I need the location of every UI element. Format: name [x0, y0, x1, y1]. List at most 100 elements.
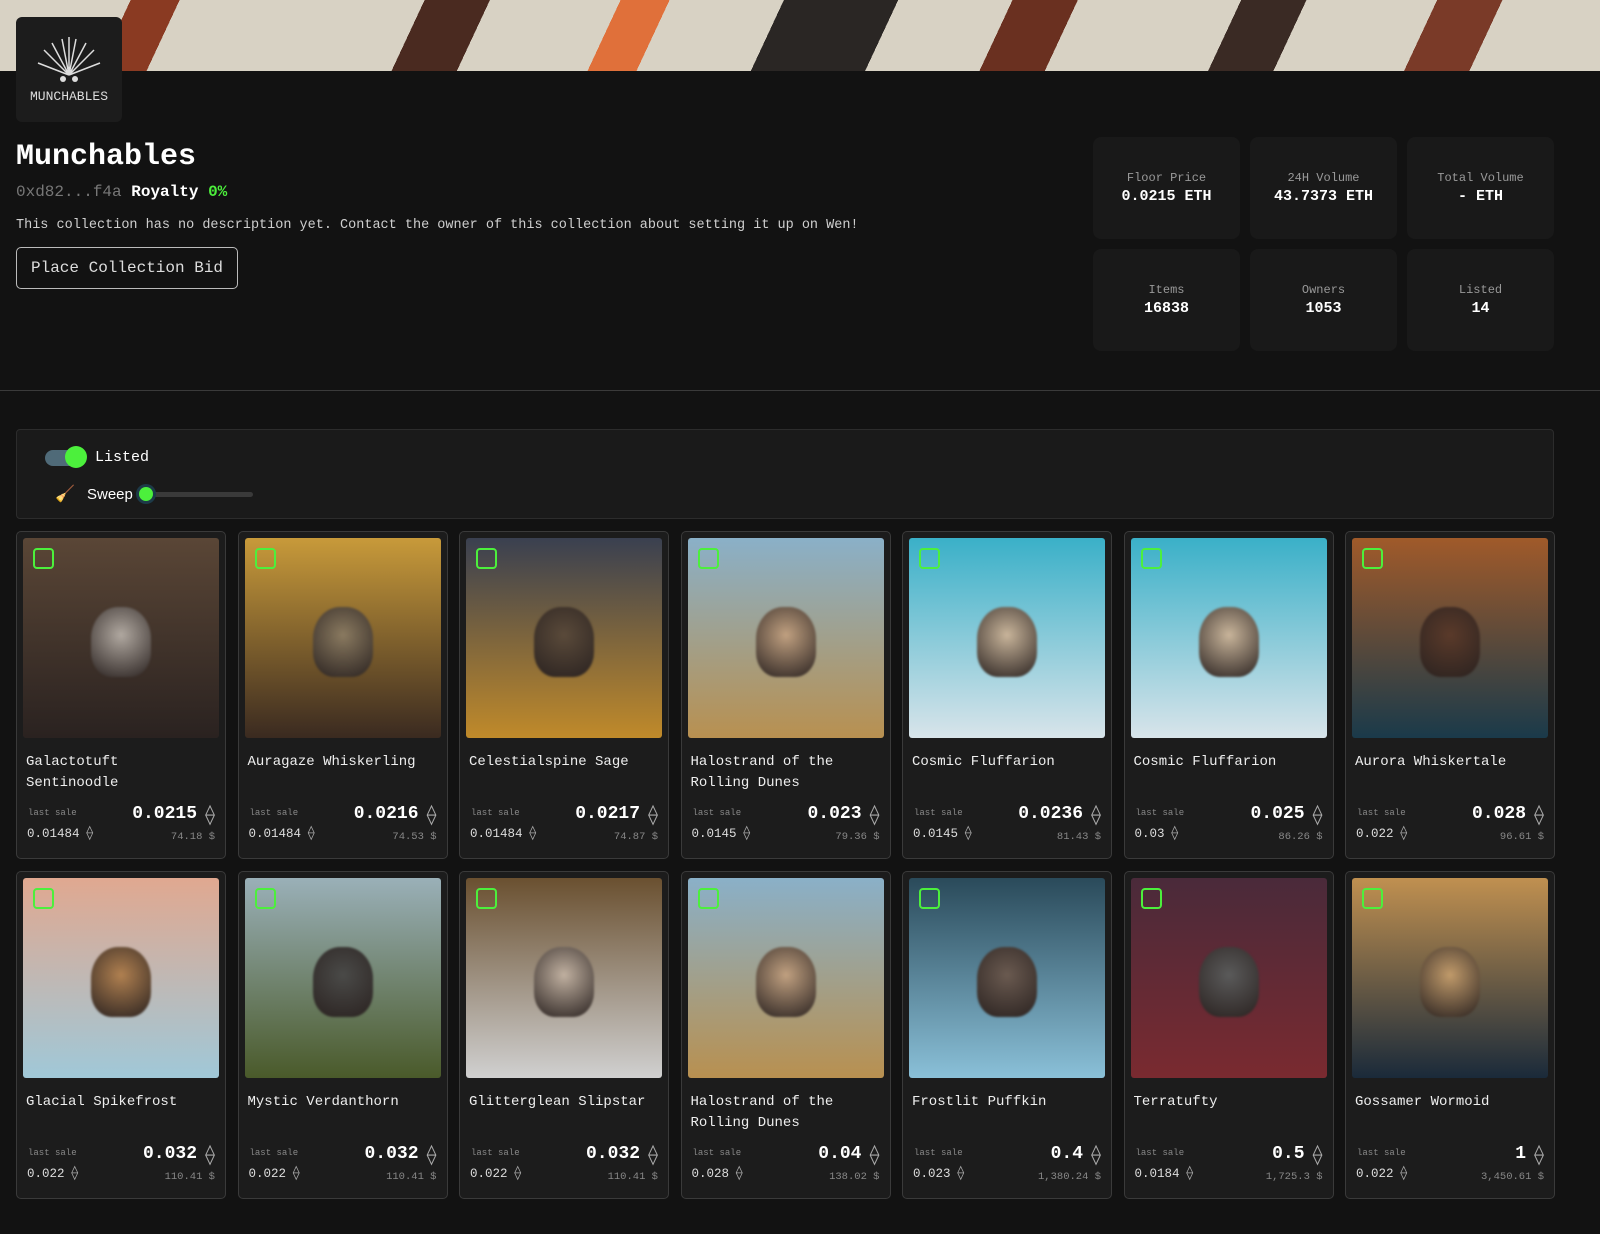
nft-card[interactable]: Gossamer Wormoid last sale 0.022 ⟠ 1 ⟠ 3,…: [1345, 871, 1555, 1199]
nft-image[interactable]: [909, 538, 1105, 738]
nft-card[interactable]: Cosmic Fluffarion last sale 0.0145 ⟠ 0.02…: [902, 531, 1112, 859]
creature-shape: [1198, 947, 1259, 1017]
select-checkbox[interactable]: [254, 888, 276, 909]
nft-price: 0.04: [818, 1144, 862, 1164]
nft-price: 0.5: [1272, 1144, 1305, 1164]
eth-icon: ⟠: [292, 1166, 301, 1182]
last-sale-amount: 0.023: [913, 1167, 951, 1181]
eth-icon: ⟠: [964, 826, 973, 842]
nft-name: Gossamer Wormoid: [1355, 1094, 1490, 1110]
collection-meta: 0xd82...f4a Royalty 0%: [16, 183, 227, 201]
select-checkbox[interactable]: [1140, 888, 1162, 909]
nft-name: Mystic Verdanthorn: [247, 1094, 399, 1110]
creature-shape: [312, 947, 373, 1017]
creature-shape: [1198, 607, 1259, 677]
eth-icon: ⟠: [1089, 1145, 1102, 1168]
select-checkbox[interactable]: [697, 548, 719, 569]
stat-items: Items 16838: [1093, 249, 1240, 351]
nft-name: Halostrand of the Rolling Dunes: [690, 754, 834, 791]
nft-image[interactable]: [23, 538, 219, 738]
collection-description: This collection has no description yet. …: [16, 218, 859, 233]
nft-card[interactable]: Aurora Whiskertale last sale 0.022 ⟠ 0.02…: [1345, 531, 1555, 859]
select-checkbox[interactable]: [33, 888, 54, 909]
eth-icon: ⟠: [868, 805, 881, 828]
last-sale-label: last sale: [692, 808, 742, 818]
listed-toggle[interactable]: [45, 446, 87, 468]
nft-price-usd: 74.53 $: [392, 831, 437, 843]
last-sale-label: last sale: [249, 808, 299, 818]
nft-card[interactable]: Frostlit Puffkin last sale 0.023 ⟠ 0.4 ⟠ …: [902, 871, 1112, 1199]
last-sale-label: last sale: [249, 1148, 299, 1158]
nft-image[interactable]: [466, 538, 662, 738]
last-sale-label: last sale: [28, 1148, 77, 1158]
collection-title: Munchables: [16, 140, 197, 174]
price-row: last sale 0.0145 ⟠ 0.0236 ⟠ 81.43 $: [909, 804, 1105, 852]
select-checkbox[interactable]: [1140, 548, 1162, 569]
eth-icon: ⟠: [956, 1166, 965, 1182]
last-sale-label: last sale: [471, 1148, 520, 1158]
nft-image[interactable]: [466, 878, 662, 1078]
select-checkbox[interactable]: [919, 548, 940, 569]
nft-card[interactable]: Glitterglean Slipstar last sale 0.022 ⟠ 0…: [459, 871, 669, 1199]
creature-shape: [1420, 607, 1480, 677]
select-checkbox[interactable]: [254, 548, 276, 569]
last-sale-value: 0.022 ⟠: [1356, 1165, 1408, 1182]
nft-image[interactable]: [1352, 538, 1548, 738]
select-checkbox[interactable]: [33, 548, 54, 569]
eth-icon: ⟠: [646, 805, 659, 828]
nft-card[interactable]: Galactotuft Sentinoodle last sale 0.0148…: [16, 531, 226, 859]
sweep-slider[interactable]: [139, 487, 253, 501]
logo-text: MUNCHABLES: [29, 89, 108, 104]
eth-icon: ⟠: [1311, 805, 1324, 828]
nft-card[interactable]: Glacial Spikefrost last sale 0.022 ⟠ 0.03…: [16, 871, 226, 1199]
nft-card[interactable]: Celestialspine Sage last sale 0.01484 ⟠ 0…: [459, 531, 669, 859]
nft-image[interactable]: [23, 878, 219, 1078]
nft-image[interactable]: [1130, 878, 1327, 1078]
select-checkbox[interactable]: [1362, 888, 1383, 909]
eth-icon: ⟠: [1185, 1166, 1194, 1182]
nft-card[interactable]: Halostrand of the Rolling Dunes last sal…: [680, 531, 891, 859]
price-row: last sale 0.01484 ⟠ 0.0217 ⟠ 74.87 $: [466, 804, 662, 852]
price-row: last sale 0.023 ⟠ 0.4 ⟠ 1,380.24 $: [909, 1144, 1105, 1192]
stat-24h-volume: 24H Volume 43.7373 ETH: [1250, 137, 1397, 239]
nft-price: 0.0236: [1018, 804, 1083, 824]
last-sale-label: last sale: [1135, 808, 1185, 818]
nft-image[interactable]: [909, 878, 1105, 1078]
select-checkbox[interactable]: [697, 888, 719, 909]
creature-shape: [1420, 947, 1480, 1017]
price-row: last sale 0.01484 ⟠ 0.0216 ⟠ 74.53 $: [245, 804, 441, 852]
creature-shape: [534, 607, 594, 677]
nft-image[interactable]: [1352, 878, 1548, 1078]
creature-shape: [977, 947, 1037, 1017]
nft-card[interactable]: Halostrand of the Rolling Dunes last sal…: [680, 871, 891, 1199]
stat-owners: Owners 1053: [1250, 249, 1397, 351]
broom-icon: 🧹: [55, 486, 75, 504]
select-checkbox[interactable]: [476, 548, 497, 569]
nft-price: 0.032: [585, 1144, 640, 1164]
stat-label: Items: [1148, 283, 1185, 297]
nft-image[interactable]: [1130, 538, 1327, 738]
slider-thumb[interactable]: [139, 487, 153, 501]
last-sale-amount: 0.022: [1356, 1167, 1394, 1181]
creature-shape: [755, 607, 816, 677]
last-sale-amount: 0.0184: [1134, 1167, 1180, 1181]
nft-card[interactable]: Mystic Verdanthorn last sale 0.022 ⟠ 0.03…: [237, 871, 448, 1199]
nft-price-usd: 96.61 $: [1499, 831, 1544, 843]
stat-label: 24H Volume: [1287, 171, 1360, 185]
select-checkbox[interactable]: [476, 888, 497, 909]
nft-card[interactable]: Terratufty last sale 0.0184 ⟠ 0.5 ⟠ 1,725…: [1123, 871, 1334, 1199]
nft-name: Cosmic Fluffarion: [1133, 754, 1277, 770]
contract-address[interactable]: 0xd82...f4a: [16, 183, 122, 201]
stat-value: 14: [1471, 300, 1490, 317]
nft-image[interactable]: [687, 878, 884, 1078]
nft-card[interactable]: Cosmic Fluffarion last sale 0.03 ⟠ 0.025 …: [1123, 531, 1334, 859]
place-collection-bid-button[interactable]: Place Collection Bid: [16, 247, 238, 289]
nft-card[interactable]: Auragaze Whiskerling last sale 0.01484 ⟠ …: [237, 531, 448, 859]
select-checkbox[interactable]: [919, 888, 940, 909]
nft-image[interactable]: [244, 878, 441, 1078]
nft-image[interactable]: [687, 538, 884, 738]
select-checkbox[interactable]: [1362, 548, 1383, 569]
nft-price: 0.032: [142, 1144, 197, 1164]
last-sale-value: 0.0184 ⟠: [1135, 1165, 1194, 1182]
nft-image[interactable]: [244, 538, 441, 738]
